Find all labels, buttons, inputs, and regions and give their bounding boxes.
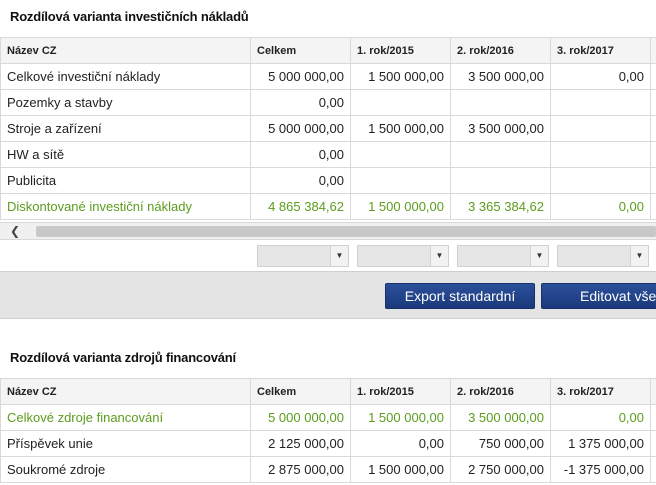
cell-overflow [650, 456, 656, 483]
cell-year-2017[interactable]: 0,00 [550, 404, 651, 431]
cell-overflow [650, 193, 656, 220]
filter-dropdown-year-2016[interactable]: ▼ [457, 245, 549, 267]
cell-year-2016[interactable]: 2 750 000,00 [450, 456, 551, 483]
funding-sources-table: Název CZ Celkem 1. rok/2015 2. rok/2016 … [0, 378, 656, 483]
table-row[interactable]: Diskontované investiční náklady 4 865 384… [0, 193, 656, 220]
cell-overflow [650, 167, 656, 194]
chevron-down-icon[interactable]: ▼ [630, 246, 648, 266]
table-row[interactable]: Příspěvek unie 2 125 000,00 0,00 750 000,00… [0, 430, 656, 457]
cell-year-2017[interactable]: 0,00 [550, 63, 651, 90]
column-header-name[interactable]: Název CZ [0, 37, 251, 64]
investment-costs-table: Název CZ Celkem 1. rok/2015 2. rok/2016 … [0, 37, 656, 220]
cell-overflow [650, 404, 656, 431]
cell-name[interactable]: Stroje a zařízení [0, 115, 251, 142]
column-header-year-2017[interactable]: 3. rok/2017 [550, 37, 651, 64]
cell-year-2016[interactable] [450, 167, 551, 194]
cell-year-2015[interactable] [350, 141, 451, 168]
cell-year-2016[interactable]: 3 500 000,00 [450, 115, 551, 142]
cell-year-2015[interactable]: 1 500 000,00 [350, 456, 451, 483]
table-row[interactable]: Celkové zdroje financování 5 000 000,00 1 … [0, 404, 656, 431]
cell-name[interactable]: Diskontované investiční náklady [0, 193, 251, 220]
filter-dropdown-total[interactable]: ▼ [257, 245, 349, 267]
cell-total[interactable]: 2 875 000,00 [250, 456, 351, 483]
cell-name[interactable]: Soukromé zdroje [0, 456, 251, 483]
column-header-year-2015[interactable]: 1. rok/2015 [350, 37, 451, 64]
cell-name[interactable]: HW a sítě [0, 141, 251, 168]
cell-year-2017[interactable] [550, 89, 651, 116]
cell-year-2015[interactable] [350, 89, 451, 116]
cell-name[interactable]: Publicita [0, 167, 251, 194]
edit-all-button[interactable]: Editovat vše [541, 283, 656, 309]
chevron-down-icon[interactable]: ▼ [530, 246, 548, 266]
table-row[interactable]: HW a sítě 0,00 [0, 141, 656, 168]
cell-year-2015[interactable]: 1 500 000,00 [350, 63, 451, 90]
cell-year-2017[interactable] [550, 167, 651, 194]
cell-year-2016[interactable]: 3 500 000,00 [450, 404, 551, 431]
cell-name[interactable]: Celkové investiční náklady [0, 63, 251, 90]
column-filter-row: ▼ ▼ ▼ ▼ [0, 242, 656, 270]
chevron-down-icon[interactable]: ▼ [430, 246, 448, 266]
table-row[interactable]: Publicita 0,00 [0, 167, 656, 194]
chevron-down-icon[interactable]: ▼ [330, 246, 348, 266]
action-toolbar: Export standardní Editovat vše [0, 271, 656, 319]
cell-year-2015[interactable]: 1 500 000,00 [350, 404, 451, 431]
cell-name[interactable]: Příspěvek unie [0, 430, 251, 457]
cell-overflow [650, 63, 656, 90]
column-header-overflow [650, 378, 656, 405]
cell-year-2015[interactable]: 1 500 000,00 [350, 193, 451, 220]
cell-overflow [650, 89, 656, 116]
cell-overflow [650, 430, 656, 457]
table-row[interactable]: Stroje a zařízení 5 000 000,00 1 500 000,0… [0, 115, 656, 142]
cell-total[interactable]: 4 865 384,62 [250, 193, 351, 220]
cell-total[interactable]: 0,00 [250, 141, 351, 168]
cell-year-2016[interactable]: 750 000,00 [450, 430, 551, 457]
cell-year-2017[interactable] [550, 141, 651, 168]
column-header-name[interactable]: Název CZ [0, 378, 251, 405]
filter-dropdown-year-2015[interactable]: ▼ [357, 245, 449, 267]
cell-name[interactable]: Pozemky a stavby [0, 89, 251, 116]
table-header-row: Název CZ Celkem 1. rok/2015 2. rok/2016 … [0, 37, 656, 64]
column-header-total[interactable]: Celkem [250, 378, 351, 405]
cell-overflow [650, 141, 656, 168]
column-header-year-2017[interactable]: 3. rok/2017 [550, 378, 651, 405]
cell-year-2016[interactable] [450, 89, 551, 116]
cell-total[interactable]: 2 125 000,00 [250, 430, 351, 457]
cell-year-2016[interactable] [450, 141, 551, 168]
cell-total[interactable]: 0,00 [250, 89, 351, 116]
cell-overflow [650, 115, 656, 142]
export-standard-button[interactable]: Export standardní [385, 283, 535, 309]
filter-dropdown-year-2017[interactable]: ▼ [557, 245, 649, 267]
scrollbar-thumb[interactable] [36, 226, 656, 237]
table-header-row: Název CZ Celkem 1. rok/2015 2. rok/2016 … [0, 378, 656, 405]
cell-total[interactable]: 5 000 000,00 [250, 63, 351, 90]
cell-year-2016[interactable]: 3 500 000,00 [450, 63, 551, 90]
section-title-investment-costs: Rozdílová varianta investičních nákladů [10, 9, 249, 24]
column-header-overflow [650, 37, 656, 64]
cell-total[interactable]: 5 000 000,00 [250, 115, 351, 142]
section-title-funding-sources: Rozdílová varianta zdrojů financování [10, 350, 236, 365]
cell-year-2017[interactable]: 1 375 000,00 [550, 430, 651, 457]
column-header-total[interactable]: Celkem [250, 37, 351, 64]
cell-year-2015[interactable]: 1 500 000,00 [350, 115, 451, 142]
column-header-year-2016[interactable]: 2. rok/2016 [450, 378, 551, 405]
cell-year-2015[interactable] [350, 167, 451, 194]
table-row[interactable]: Pozemky a stavby 0,00 [0, 89, 656, 116]
table-row[interactable]: Soukromé zdroje 2 875 000,00 1 500 000,00 2… [0, 456, 656, 483]
scroll-left-icon[interactable]: ❮ [4, 224, 26, 239]
table-row[interactable]: Celkové investiční náklady 5 000 000,00 1 … [0, 63, 656, 90]
cell-year-2017[interactable] [550, 115, 651, 142]
cell-total[interactable]: 5 000 000,00 [250, 404, 351, 431]
cell-year-2015[interactable]: 0,00 [350, 430, 451, 457]
column-header-year-2016[interactable]: 2. rok/2016 [450, 37, 551, 64]
cell-total[interactable]: 0,00 [250, 167, 351, 194]
cell-year-2017[interactable]: 0,00 [550, 193, 651, 220]
cell-year-2016[interactable]: 3 365 384,62 [450, 193, 551, 220]
horizontal-scrollbar[interactable]: ❮ [0, 222, 656, 240]
cell-name[interactable]: Celkové zdroje financování [0, 404, 251, 431]
cell-year-2017[interactable]: -1 375 000,00 [550, 456, 651, 483]
column-header-year-2015[interactable]: 1. rok/2015 [350, 378, 451, 405]
